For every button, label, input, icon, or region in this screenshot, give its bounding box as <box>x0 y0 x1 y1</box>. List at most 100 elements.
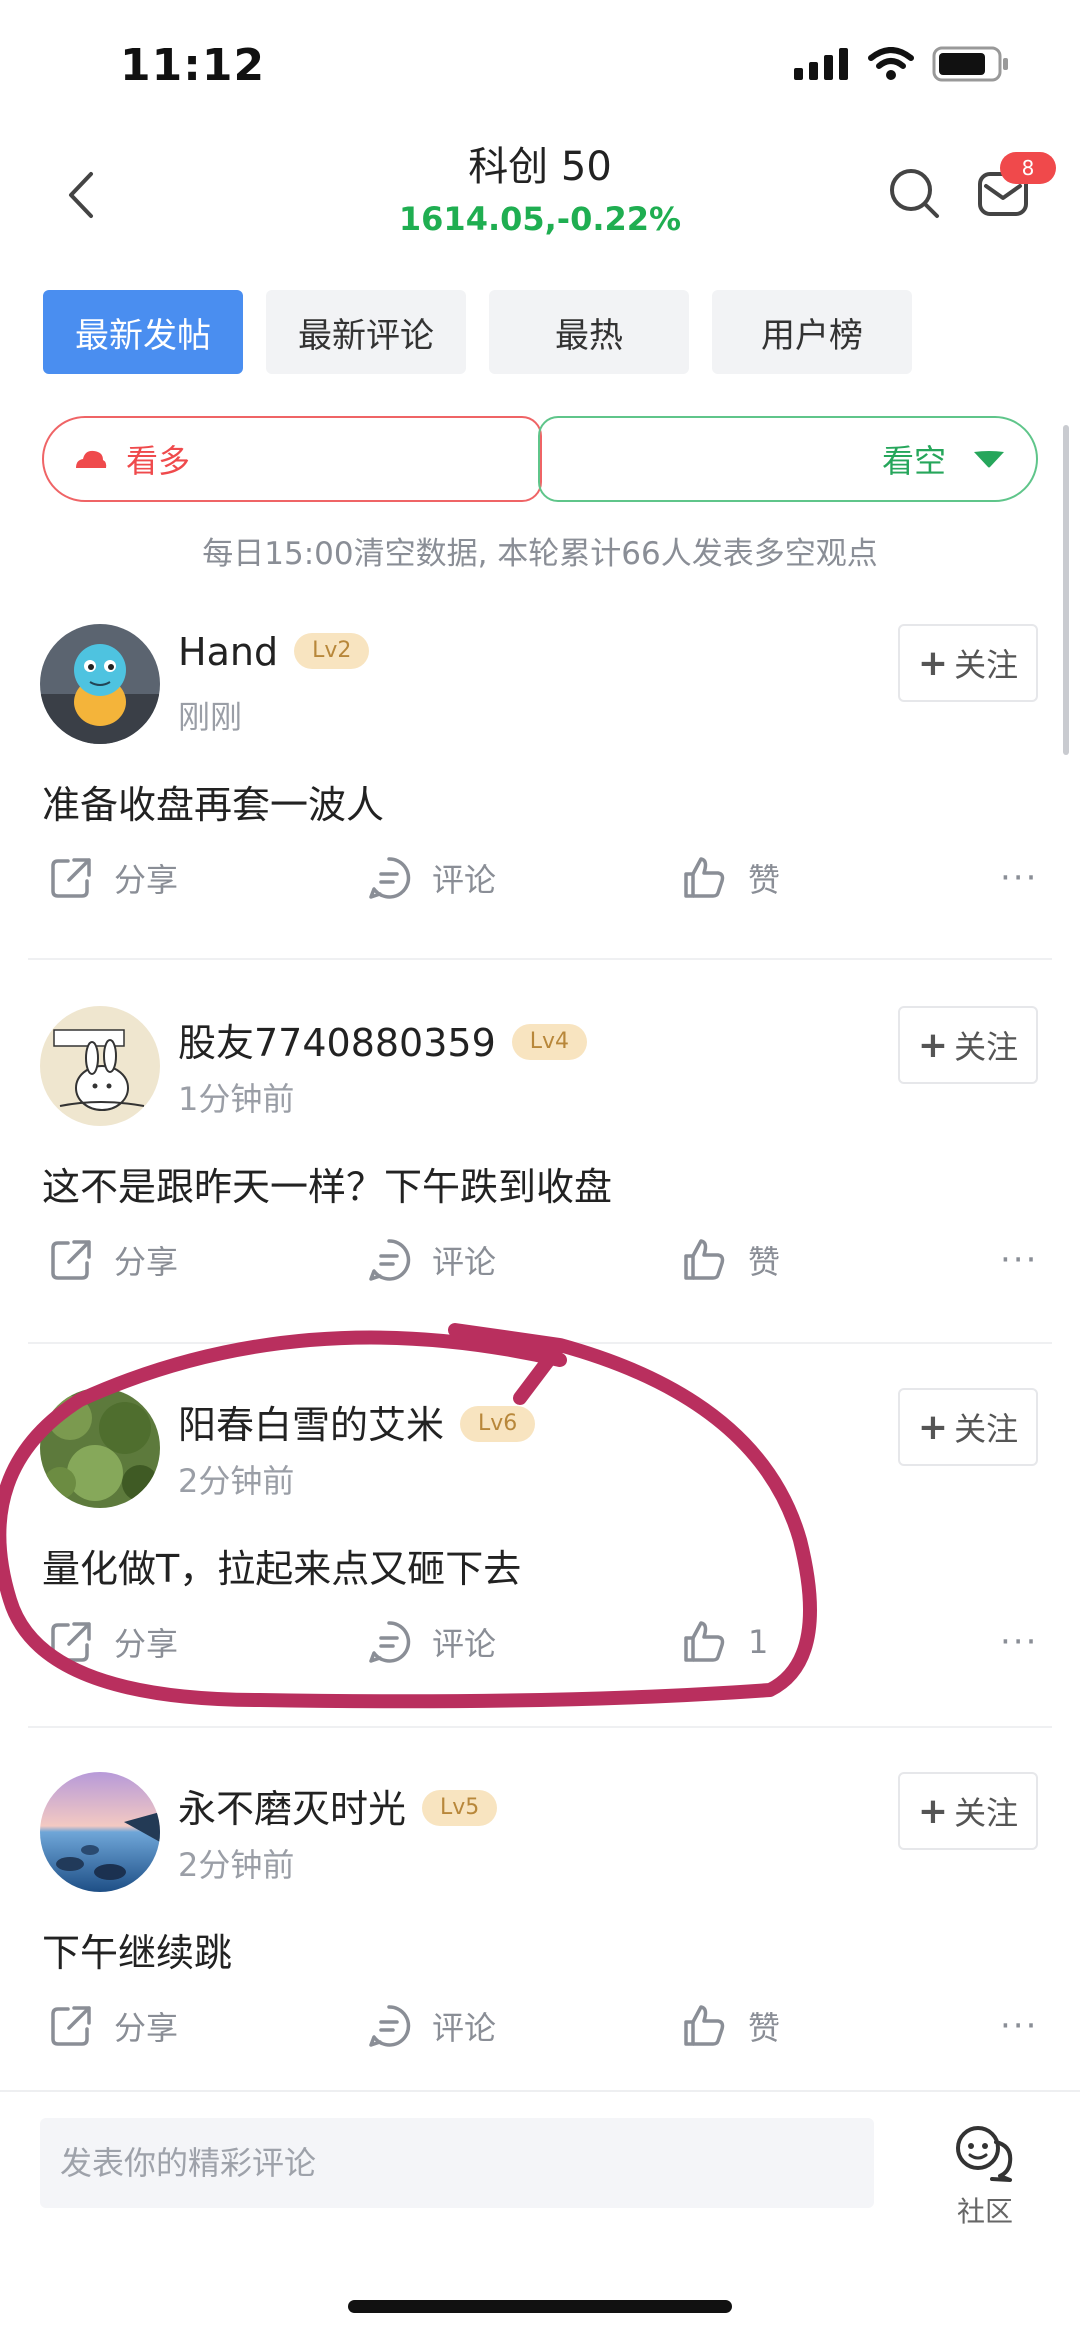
plus-icon: + <box>917 1024 949 1066</box>
post-content[interactable]: 量化做T，拉起来点又砸下去 <box>42 1538 521 1593</box>
level-badge: Lv4 <box>511 1023 588 1060</box>
post-item: 永不磨灭时光 Lv5 2分钟前 + 关注 下午继续跳 分享 评论 赞 ··· <box>0 1748 1080 2128</box>
like-button[interactable]: 赞 <box>682 1986 780 2066</box>
thumbs-up-icon <box>684 1621 725 1662</box>
username-text: 永不磨灭时光 <box>178 1787 407 1831</box>
page-title: 科创 50 <box>468 144 612 190</box>
username[interactable]: 股友7740880359 Lv4 <box>178 1012 588 1067</box>
avatar[interactable] <box>40 1388 160 1508</box>
triangle-down-icon <box>974 451 1004 468</box>
share-label: 分享 <box>114 1625 179 1663</box>
sentiment-bar: 看多 看空 <box>42 416 1038 502</box>
level-badge: Lv5 <box>422 1789 498 1826</box>
community-button[interactable]: 社区 <box>940 2122 1030 2230</box>
share-button[interactable]: 分享 <box>48 1220 178 1300</box>
follow-label: 关注 <box>954 1028 1019 1066</box>
post-content[interactable]: 准备收盘再套一波人 <box>42 774 384 829</box>
status-icons <box>794 46 1010 82</box>
username[interactable]: 永不磨灭时光 Lv5 <box>178 1778 498 1833</box>
chat-bubble-icon <box>956 2126 1013 2182</box>
tab-user-ranking[interactable]: 用户榜 <box>712 290 912 374</box>
tab-latest-posts[interactable]: 最新发帖 <box>43 290 243 374</box>
follow-button[interactable]: + 关注 <box>898 1388 1038 1466</box>
community-label: 社区 <box>956 2195 1013 2228</box>
follow-label: 关注 <box>954 646 1019 684</box>
like-button[interactable]: 赞 <box>682 1220 780 1300</box>
comment-label: 评论 <box>432 1243 497 1281</box>
share-icon <box>51 1622 91 1662</box>
signal-icon <box>794 48 848 80</box>
post-item: Hand Lv2 刚刚 + 关注 准备收盘再套一波人 分享 评论 赞 ··· <box>0 600 1080 980</box>
comment-input[interactable] <box>40 2118 874 2208</box>
like-button[interactable]: 1 <box>682 1602 768 1682</box>
follow-label: 关注 <box>954 1410 1019 1448</box>
battery-icon <box>932 46 1008 82</box>
bearish-button[interactable]: 看空 <box>538 416 1038 502</box>
plus-icon: + <box>917 1790 949 1832</box>
post-item: 股友7740880359 Lv4 1分钟前 + 关注 这不是跟昨天一样？下午跌到收盘… <box>0 982 1080 1362</box>
tab-latest-comments[interactable]: 最新评论 <box>266 290 466 374</box>
comment-icon <box>369 1621 411 1663</box>
follow-button[interactable]: + 关注 <box>898 624 1038 702</box>
share-icon <box>51 1240 91 1280</box>
bullish-label: 看多 <box>126 442 191 480</box>
search-icon <box>890 169 939 218</box>
comment-label: 评论 <box>432 2009 497 2047</box>
comment-label: 评论 <box>432 861 497 899</box>
comment-icon <box>369 2005 411 2047</box>
more-button[interactable]: ··· <box>1000 1986 1038 2066</box>
comment-button[interactable]: 评论 <box>366 838 496 918</box>
like-button[interactable]: 赞 <box>682 838 780 918</box>
status-time: 11:12 <box>120 40 266 91</box>
plus-icon: + <box>917 1406 949 1448</box>
follow-button[interactable]: + 关注 <box>898 1772 1038 1850</box>
share-button[interactable]: 分享 <box>48 838 178 918</box>
seaside-sunset-icon <box>40 1772 160 1892</box>
post-item: 阳春白雪的艾米 Lv6 2分钟前 + 关注 量化做T，拉起来点又砸下去 分享 评论 … <box>0 1364 1080 1744</box>
more-button[interactable]: ··· <box>1000 1220 1038 1300</box>
username[interactable]: Hand Lv2 <box>178 630 370 674</box>
post-time: 2分钟前 <box>178 1846 295 1884</box>
post-content[interactable]: 下午继续跳 <box>42 1922 232 1977</box>
post-actions: 分享 评论 赞 ··· <box>0 838 1080 918</box>
comment-label: 评论 <box>432 1625 497 1663</box>
share-label: 分享 <box>114 2009 179 2047</box>
follow-button[interactable]: + 关注 <box>898 1006 1038 1084</box>
post-time: 2分钟前 <box>178 1462 295 1500</box>
share-icon <box>51 2006 91 2046</box>
share-label: 分享 <box>114 1243 179 1281</box>
level-badge: Lv2 <box>294 632 370 669</box>
share-button[interactable]: 分享 <box>48 1602 178 1682</box>
post-content[interactable]: 这不是跟昨天一样？下午跌到收盘 <box>42 1156 612 1211</box>
more-button[interactable]: ··· <box>1000 838 1038 918</box>
cartoon-rabbit-icon <box>40 1006 160 1126</box>
like-label: 赞 <box>748 1243 781 1281</box>
tab-hottest[interactable]: 最热 <box>489 290 689 374</box>
avatar[interactable] <box>40 1772 160 1892</box>
share-button[interactable]: 分享 <box>48 1986 178 2066</box>
bottom-comment-bar: 社区 <box>0 2090 1080 2333</box>
back-button[interactable] <box>50 160 110 230</box>
more-button[interactable]: ··· <box>1000 1602 1038 1682</box>
thumbs-up-icon <box>684 857 725 898</box>
share-icon <box>51 858 91 898</box>
bearish-label: 看空 <box>881 442 946 480</box>
post-time: 1分钟前 <box>178 1080 295 1118</box>
divider <box>28 1342 1052 1344</box>
cloud-up-icon <box>76 450 107 468</box>
avatar[interactable] <box>40 1006 160 1126</box>
comment-button[interactable]: 评论 <box>366 1602 496 1682</box>
bullish-button[interactable]: 看多 <box>42 416 542 502</box>
comment-icon <box>369 1239 411 1281</box>
comment-button[interactable]: 评论 <box>366 1220 496 1300</box>
avatar[interactable] <box>40 624 160 744</box>
comment-button[interactable]: 评论 <box>366 1986 496 2066</box>
home-indicator <box>348 2300 732 2313</box>
username-text: Hand <box>178 630 279 674</box>
scrollbar[interactable] <box>1063 425 1069 755</box>
username[interactable]: 阳春白雪的艾米 Lv6 <box>178 1394 536 1449</box>
plus-icon: + <box>917 642 949 684</box>
sentiment-note: 每日15:00清空数据, 本轮累计66人发表多空观点 <box>202 536 878 572</box>
squirtle-figure-icon <box>40 624 160 744</box>
search-button[interactable] <box>885 164 945 224</box>
